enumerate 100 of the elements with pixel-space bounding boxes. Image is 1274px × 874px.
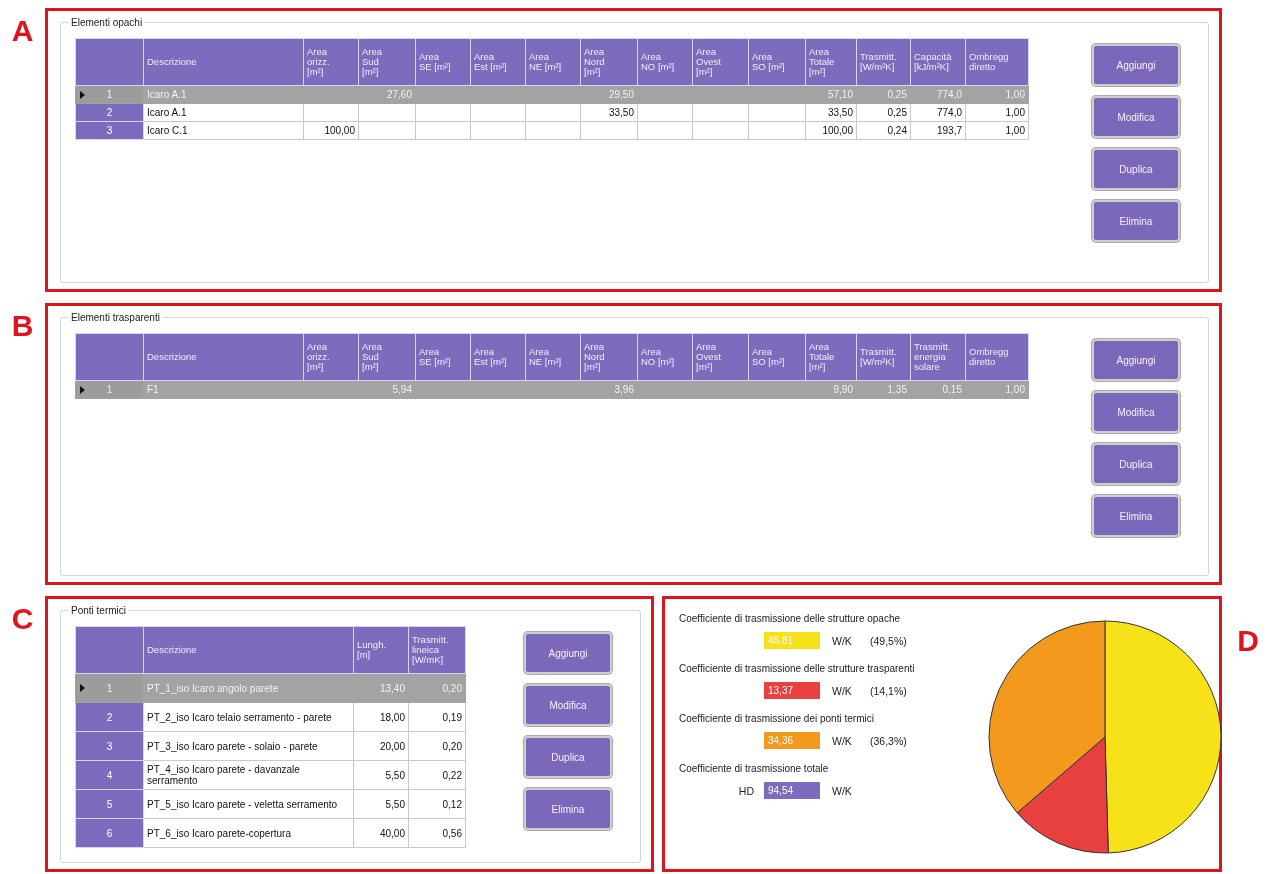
empty-cell [748, 121, 806, 140]
table-cell: 774,0 [910, 103, 966, 122]
empty-cell [470, 103, 526, 122]
header-corner [75, 38, 144, 86]
table-cell: 193,7 [910, 121, 966, 140]
table-cell: 1,00 [965, 121, 1029, 140]
section-label: A [11, 16, 34, 46]
column-header[interactable]: Area Totale [m²] [805, 38, 857, 86]
unit-label: W/K [831, 784, 853, 797]
table-cell: Icaro C.1 [143, 121, 304, 140]
column-header[interactable]: Area Ovest [m²] [692, 333, 749, 381]
column-header[interactable]: Area Est [m²] [470, 333, 526, 381]
empty-cell [748, 103, 806, 122]
table-cell: 20,00 [353, 731, 409, 761]
row-number: 5 [106, 798, 113, 810]
action-button[interactable]: Aggiungi [1092, 339, 1180, 381]
column-header[interactable]: Lungh. [m] [353, 626, 409, 674]
row-header[interactable]: 1 [75, 673, 144, 703]
column-header[interactable]: Area Nord [m²] [580, 333, 638, 381]
row-number: 2 [106, 107, 113, 118]
action-button[interactable]: Elimina [1092, 495, 1180, 537]
unit-label: W/K [831, 634, 853, 647]
empty-cell [637, 121, 693, 140]
value-field: 46,81 [764, 632, 820, 649]
column-header[interactable]: Area orizz. [m²] [303, 333, 359, 381]
action-button[interactable]: Modifica [1092, 391, 1180, 433]
section-label: B [11, 311, 34, 341]
row-pointer-icon [80, 90, 85, 99]
column-header[interactable]: Area SE [m²] [415, 333, 471, 381]
header-corner [75, 333, 144, 381]
action-button[interactable]: Modifica [524, 684, 612, 726]
row-header[interactable]: 2 [75, 702, 144, 732]
row-header[interactable]: 6 [75, 818, 144, 848]
action-button[interactable]: Aggiungi [524, 632, 612, 674]
empty-cell [580, 121, 638, 140]
column-header[interactable]: Area Totale [m²] [805, 333, 857, 381]
group-title: Elementi trasparenti [70, 312, 161, 323]
column-header[interactable]: Trasmitt. energia solare [910, 333, 966, 381]
row-number: 2 [106, 711, 113, 723]
percent-label: (36,3%) [870, 734, 908, 747]
column-header[interactable]: Area SE [m²] [415, 38, 471, 86]
action-button[interactable]: Duplica [1092, 443, 1180, 485]
column-header[interactable]: Area Sud [m²] [358, 38, 416, 86]
column-header[interactable]: Area SO [m²] [748, 333, 806, 381]
empty-cell [525, 121, 581, 140]
row-number: 4 [106, 769, 113, 781]
coefficient-label: Coefficiente di trasmissione totale [679, 763, 830, 774]
table-cell: 0,56 [408, 818, 466, 848]
table-cell: PT_2_iso Icaro telaio serramento - parete [143, 702, 354, 732]
column-header[interactable]: Area Ovest [m²] [692, 38, 749, 86]
value-field: 94,54 [764, 782, 820, 799]
column-header[interactable]: Area Nord [m²] [580, 38, 638, 86]
action-button[interactable]: Elimina [524, 788, 612, 830]
percent-label: (49,5%) [870, 634, 908, 647]
column-header[interactable]: Descrizione [143, 333, 304, 381]
column-header[interactable]: Trasmitt. [W/m²K] [856, 333, 911, 381]
column-header[interactable]: Trasmitt. lineica [W/mK] [408, 626, 466, 674]
action-button[interactable]: Aggiungi [1092, 44, 1180, 86]
table-cell: 33,50 [580, 103, 638, 122]
action-button[interactable]: Modifica [1092, 96, 1180, 138]
row-header[interactable]: 5 [75, 789, 144, 819]
empty-cell [525, 103, 581, 122]
row-pointer-icon [80, 684, 85, 692]
column-header[interactable]: Area orizz. [m²] [303, 38, 359, 86]
table-cell: Icaro A.1 [143, 103, 304, 122]
unit-label: W/K [831, 734, 853, 747]
column-header[interactable]: Area NO [m²] [637, 38, 693, 86]
row-header[interactable]: 3 [75, 731, 144, 761]
row-number: 1 [106, 682, 113, 694]
column-header[interactable]: Area SO [m²] [748, 38, 806, 86]
table-cell: 33,50 [805, 103, 857, 122]
empty-cell [358, 121, 416, 140]
column-header[interactable]: Trasmitt. [W/m²K] [856, 38, 911, 86]
empty-cell [470, 121, 526, 140]
table-cell: 100,00 [805, 121, 857, 140]
table-cell: 18,00 [353, 702, 409, 732]
table-cell: 1,00 [965, 103, 1029, 122]
row-header[interactable]: 4 [75, 760, 144, 790]
empty-cell [415, 103, 471, 122]
table-cell: 5,50 [353, 760, 409, 790]
column-header[interactable]: Descrizione [143, 38, 304, 86]
column-header[interactable]: Area NE [m²] [525, 333, 581, 381]
action-button[interactable]: Elimina [1092, 200, 1180, 242]
column-header[interactable]: Capacità [kJ/m²K] [910, 38, 966, 86]
column-header[interactable]: Area NE [m²] [525, 38, 581, 86]
table-cell: 0,19 [408, 702, 466, 732]
value-field: 13,37 [764, 682, 820, 699]
empty-cell [303, 103, 359, 122]
column-header[interactable]: Ombregg diretto [965, 38, 1029, 86]
action-button[interactable]: Duplica [1092, 148, 1180, 190]
column-header[interactable]: Area Sud [m²] [358, 333, 416, 381]
row-number: 3 [106, 740, 113, 752]
table-cell: PT_5_iso Icaro parete - veletta serramento [143, 789, 354, 819]
table-cell: PT_6_iso Icaro parete-copertura [143, 818, 354, 848]
column-header[interactable]: Descrizione [143, 626, 354, 674]
action-button[interactable]: Duplica [524, 736, 612, 778]
column-header[interactable]: Area NO [m²] [637, 333, 693, 381]
column-header[interactable]: Ombregg diretto [965, 333, 1029, 381]
group-title: Ponti termici [70, 605, 127, 616]
column-header[interactable]: Area Est [m²] [470, 38, 526, 86]
